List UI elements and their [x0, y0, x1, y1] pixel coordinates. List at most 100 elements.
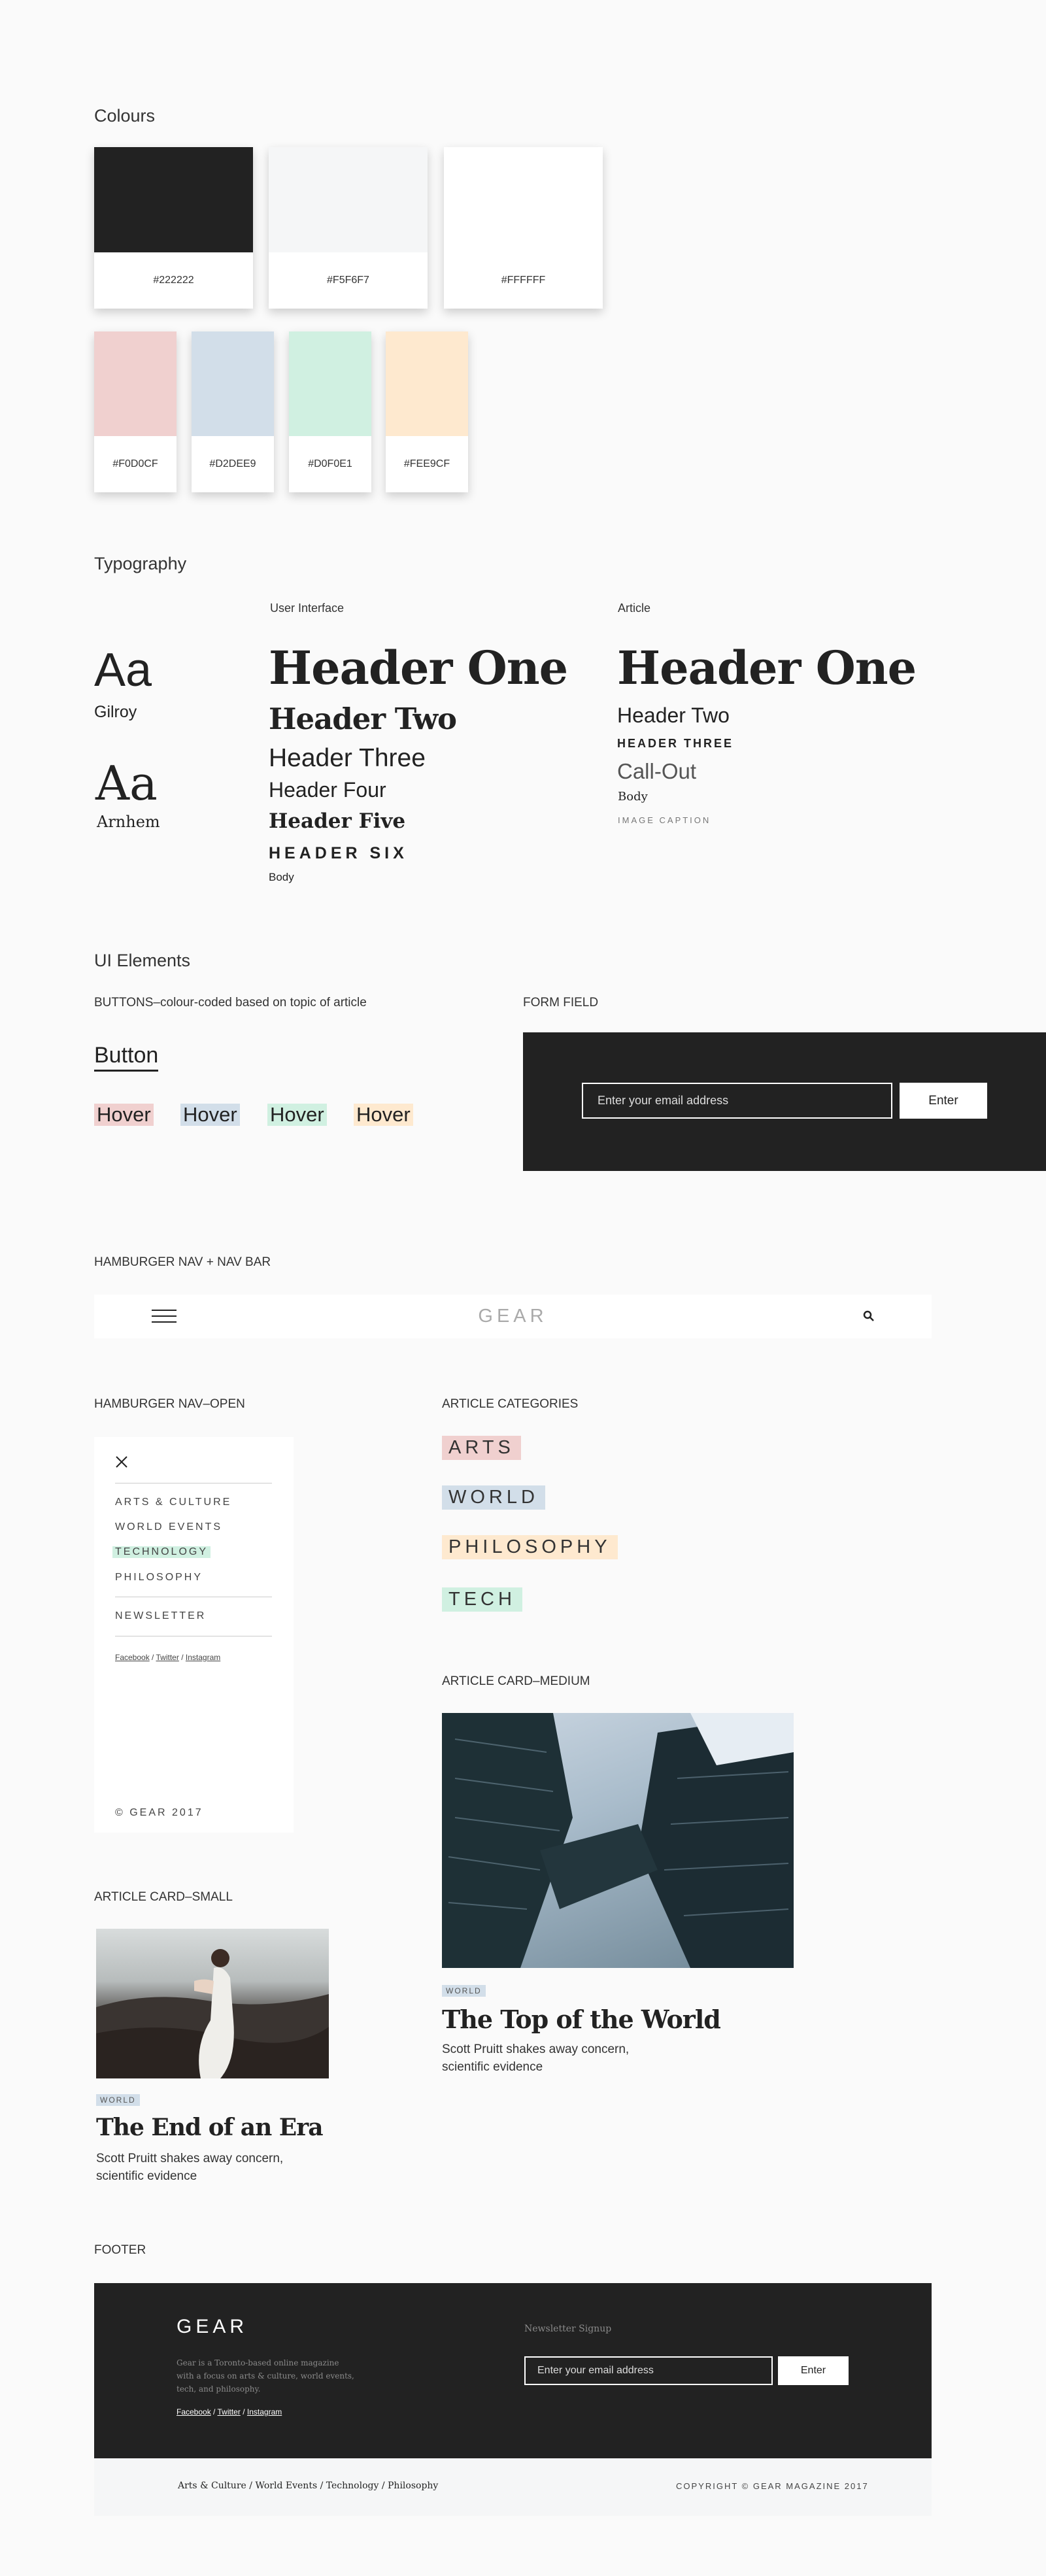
category-tag-world[interactable]: WORLD: [442, 1485, 545, 1510]
arnhem-sample: Aa: [95, 756, 158, 811]
article-body: Body: [618, 790, 648, 804]
swatch-code: #FEE9CF: [403, 458, 450, 469]
footer: GEAR Gear is a Toronto-based online maga…: [94, 2283, 932, 2458]
swatch-chip: [444, 147, 603, 252]
swatch-chip: [94, 147, 253, 252]
category-tag-tech[interactable]: TECH: [442, 1587, 522, 1612]
link-separator: /: [243, 2407, 245, 2416]
ui-header-three: Header Three: [269, 744, 426, 772]
navbar-label: HAMBURGER NAV + NAV BAR: [94, 1255, 271, 1269]
menu-item-world-events[interactable]: WORLD EVENTS: [115, 1521, 222, 1533]
menu-copyright: © GEAR 2017: [115, 1807, 203, 1818]
ui-header-five: Header Five: [269, 809, 406, 833]
footer-logo[interactable]: GEAR: [177, 2316, 248, 2338]
facebook-link[interactable]: Facebook: [115, 1653, 150, 1662]
card-medium-tag[interactable]: WORLD: [442, 1985, 486, 1997]
card-medium-title[interactable]: The Top of the World: [442, 2005, 721, 2034]
menu-item-arts-culture[interactable]: ARTS & CULTURE: [115, 1497, 231, 1508]
menu-item-technology[interactable]: TECHNOLOGY: [112, 1546, 211, 1558]
footer-instagram-link[interactable]: Instagram: [247, 2407, 282, 2416]
hover-button-arts[interactable]: Hover: [94, 1104, 154, 1126]
form-field-panel: Enter: [523, 1032, 1046, 1171]
link-separator: /: [320, 2481, 324, 2491]
swatch-code: #F5F6F7: [327, 275, 369, 286]
twitter-link[interactable]: Twitter: [156, 1653, 179, 1662]
swatch-light-grey: #F5F6F7: [269, 147, 428, 309]
hover-button-world[interactable]: Hover: [180, 1104, 240, 1126]
swatch-code: #F0D0CF: [112, 458, 158, 469]
article-image-caption: IMAGE CAPTION: [618, 815, 711, 825]
enter-button[interactable]: Enter: [900, 1083, 987, 1119]
category-tag-arts[interactable]: ARTS: [442, 1436, 521, 1460]
footer-facebook-link[interactable]: Facebook: [177, 2407, 211, 2416]
swatch-white: #FFFFFF: [444, 147, 603, 309]
card-medium-image[interactable]: [442, 1713, 794, 1968]
card-small-desc-line2: scientific evidence: [96, 2169, 197, 2183]
footer-copyright: COPYRIGHT © GEAR MAGAZINE 2017: [676, 2481, 869, 2491]
card-small-label: ARTICLE CARD–SMALL: [94, 1890, 233, 1904]
footer-bottom-bar: Arts & Culture / World Events / Technolo…: [94, 2458, 932, 2516]
card-small-desc-line1: Scott Pruitt shakes away concern,: [96, 2152, 284, 2165]
article-font-label: Article: [618, 602, 651, 615]
swatch-chip: [192, 331, 274, 436]
hover-button-tech[interactable]: Hover: [267, 1104, 327, 1126]
swatch-code: #222222: [153, 275, 194, 286]
footer-about-line: with a focus on arts & culture, world ev…: [177, 2371, 354, 2381]
swatch-code: #D2DEE9: [209, 458, 256, 469]
ui-header-six: HEADER SIX: [269, 844, 408, 862]
swatch-blue: #D2DEE9: [192, 331, 274, 492]
footer-about-line: Gear is a Toronto-based online magazine: [177, 2358, 339, 2367]
article-callout: Call-Out: [617, 759, 697, 783]
menu-item-newsletter[interactable]: NEWSLETTER: [115, 1610, 206, 1622]
footer-link-philosophy[interactable]: Philosophy: [388, 2481, 438, 2491]
article-header-three: HEADER THREE: [617, 737, 734, 750]
arnhem-label: Arnhem: [97, 813, 160, 831]
card-medium-desc-line2: scientific evidence: [442, 2060, 543, 2074]
link-separator: /: [381, 2481, 385, 2491]
hover-button-philosophy[interactable]: Hover: [354, 1104, 413, 1126]
card-small-title[interactable]: The End of an Era: [96, 2114, 324, 2141]
swatch-chip: [269, 147, 428, 252]
instagram-link[interactable]: Instagram: [186, 1653, 220, 1662]
ui-header-one: Header One: [269, 641, 568, 695]
footer-category-links: Arts & Culture / World Events / Technolo…: [178, 2481, 438, 2491]
nav-bar: GEAR: [94, 1295, 932, 1338]
footer-link-world[interactable]: World Events: [255, 2481, 317, 2491]
card-medium-desc-line1: Scott Pruitt shakes away concern,: [442, 2042, 630, 2056]
footer-twitter-link[interactable]: Twitter: [218, 2407, 241, 2416]
footer-link-arts[interactable]: Arts & Culture: [178, 2481, 246, 2491]
ui-header-four: Header Four: [269, 778, 386, 802]
ui-font-label: User Interface: [270, 602, 345, 615]
footer-social-links: Facebook / Twitter / Instagram: [177, 2407, 282, 2416]
close-icon[interactable]: [115, 1455, 128, 1468]
category-tag-philosophy[interactable]: PHILOSOPHY: [442, 1535, 618, 1559]
nav-logo[interactable]: GEAR: [94, 1295, 932, 1338]
link-separator: /: [249, 2481, 252, 2491]
menu-item-philosophy[interactable]: PHILOSOPHY: [115, 1572, 203, 1584]
article-header-one: Header One: [617, 641, 917, 695]
newsletter-signup-label: Newsletter Signup: [524, 2324, 612, 2334]
swatch-code: #D0F0E1: [308, 458, 352, 469]
footer-link-tech[interactable]: Technology: [326, 2481, 379, 2491]
search-icon[interactable]: [863, 1310, 875, 1322]
hamburger-menu-panel: ARTS & CULTURE WORLD EVENTS TECHNOLOGY P…: [94, 1437, 294, 1833]
link-separator: /: [213, 2407, 216, 2416]
link-separator: /: [181, 1653, 184, 1662]
card-small-tag[interactable]: WORLD: [96, 2094, 140, 2106]
text-button[interactable]: Button: [94, 1042, 159, 1072]
email-input[interactable]: [582, 1083, 892, 1119]
swatch-chip: [289, 331, 371, 436]
footer-email-input[interactable]: [524, 2356, 773, 2385]
footer-label: FOOTER: [94, 2243, 146, 2257]
footer-about-line: tech, and philosophy.: [177, 2384, 261, 2394]
footer-about: Gear is a Toronto-based online magazine …: [177, 2356, 354, 2396]
card-small-image[interactable]: [96, 1929, 329, 2078]
ui-header-two: Header Two: [269, 702, 457, 736]
typography-title: Typography: [94, 554, 187, 573]
footer-enter-button[interactable]: Enter: [778, 2356, 849, 2385]
nav-open-label: HAMBURGER NAV–OPEN: [94, 1397, 245, 1411]
buttons-label: BUTTONS–colour-coded based on topic of a…: [94, 996, 367, 1009]
swatch-chip: [386, 331, 468, 436]
swatch-code: #FFFFFF: [501, 275, 546, 286]
gilroy-sample: Aa: [94, 644, 152, 696]
